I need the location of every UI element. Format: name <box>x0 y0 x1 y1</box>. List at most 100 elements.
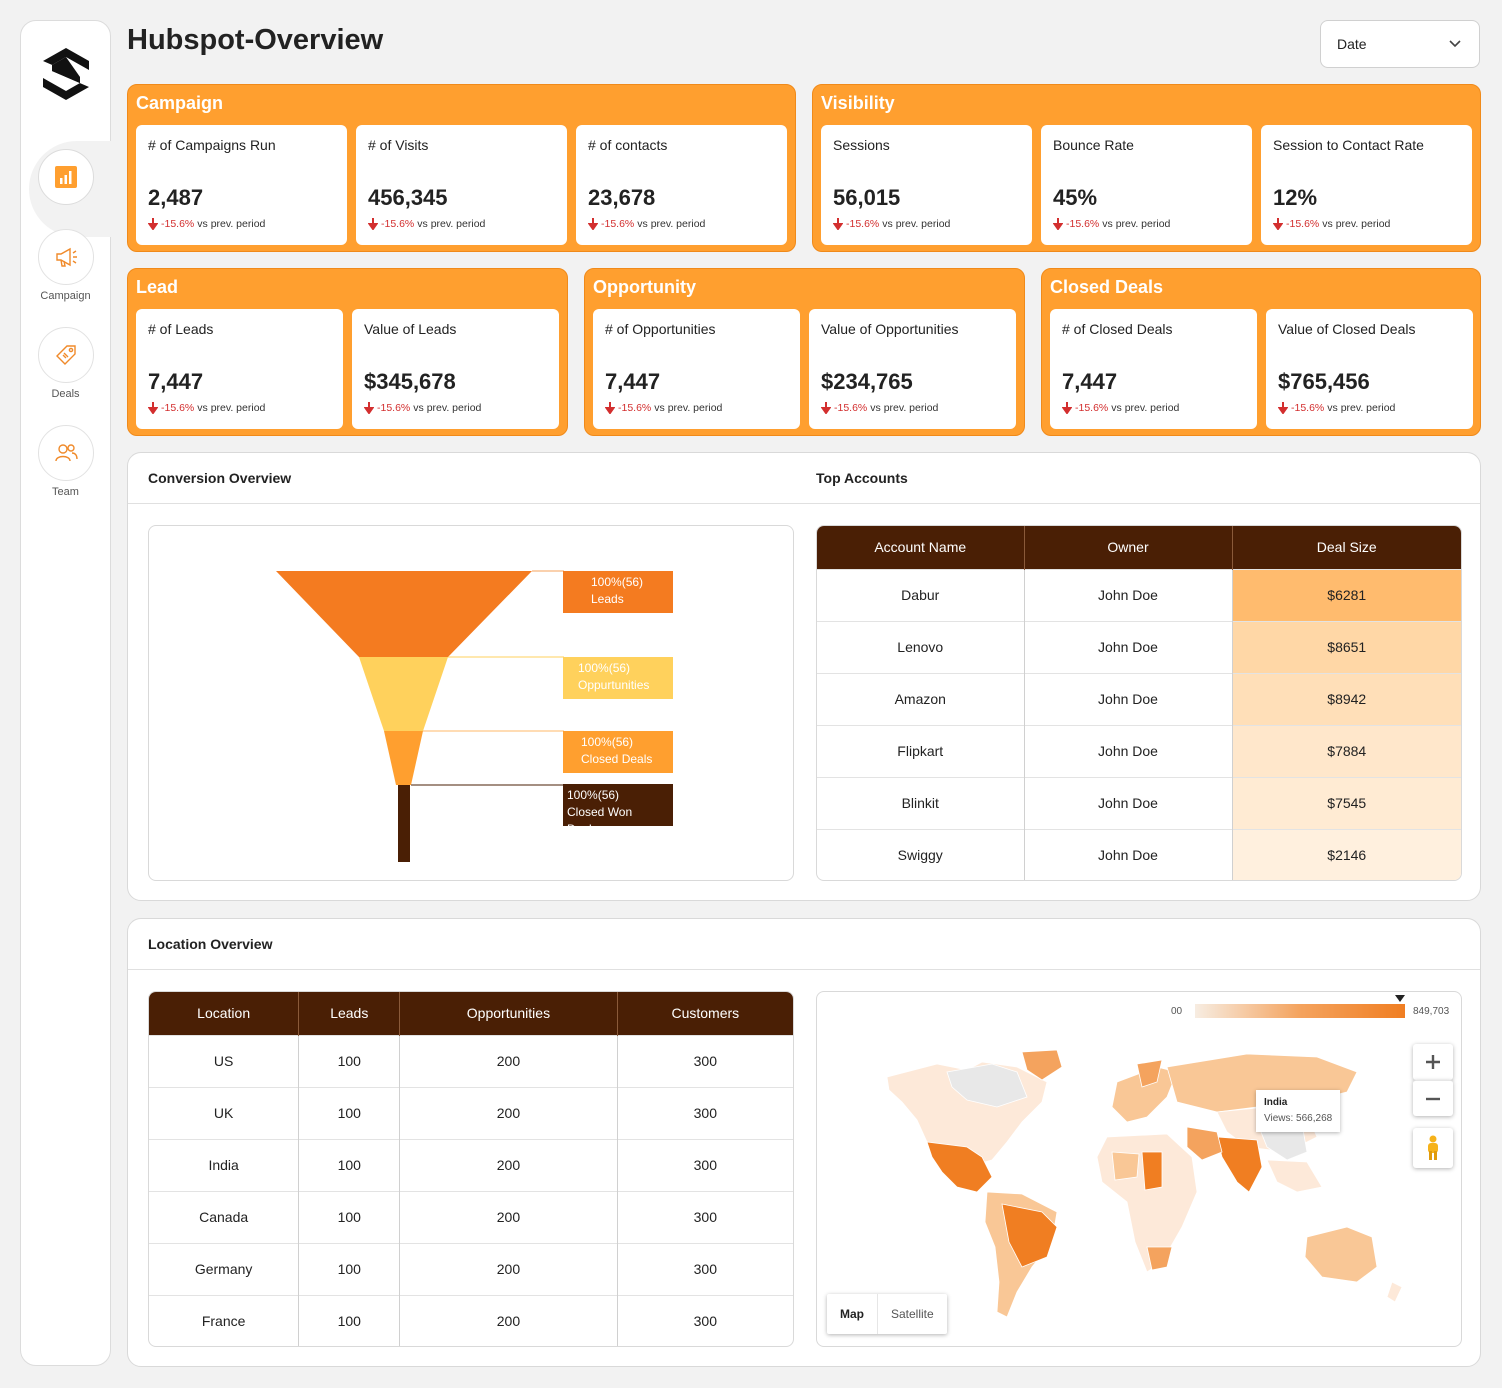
kpi-delta: -15.6% vs prev. period <box>364 402 481 414</box>
street-view-button[interactable] <box>1413 1128 1453 1168</box>
table-cell: 200 <box>399 1086 618 1139</box>
delta-suffix: vs prev. period <box>417 218 486 230</box>
funnel-stage-name: Oppurtunities <box>578 678 650 692</box>
kpi-value: 7,447 <box>1062 369 1118 394</box>
sidebar: Campaign Deals Team <box>20 20 113 1366</box>
kpi-label: Value of Closed Deals <box>1278 321 1416 337</box>
table-row[interactable]: Lenovo John Doe $8651 <box>817 620 1461 673</box>
table-cell: 300 <box>617 1034 793 1087</box>
column-header[interactable]: Leads <box>298 992 401 1035</box>
region-southeast-asia[interactable] <box>1266 1159 1323 1193</box>
kpi-value: 2,487 <box>148 185 204 210</box>
kpi-delta: -15.6% vs prev. period <box>821 402 938 414</box>
kpi-group-opportunity: Opportunity # of Opportunities 7,447 -15… <box>584 268 1025 436</box>
kpi-delta: -15.6% vs prev. period <box>605 402 722 414</box>
table-row[interactable]: UK 100 200 300 <box>149 1086 793 1139</box>
table-row[interactable]: US 100 200 300 <box>149 1034 793 1087</box>
region-australia[interactable] <box>1304 1226 1378 1283</box>
tag-icon <box>55 345 76 365</box>
sidebar-item-deals[interactable]: Deals <box>21 327 110 400</box>
region-india[interactable] <box>1216 1136 1263 1193</box>
column-header[interactable]: Deal Size <box>1232 526 1461 569</box>
table-cell: 300 <box>617 1138 793 1191</box>
table-cell: 100 <box>298 1190 401 1243</box>
funnel-stage-opportunities[interactable] <box>359 657 448 731</box>
delta-value: -15.6% <box>834 402 868 414</box>
table-cell: 200 <box>399 1242 618 1295</box>
kpi-value: 456,345 <box>368 185 448 210</box>
legend-max: 849,703 <box>1413 1006 1450 1017</box>
delta-suffix: vs prev. period <box>413 402 482 414</box>
region-sudan[interactable] <box>1141 1151 1163 1191</box>
kpi-card: # of contacts 23,678 -15.6% vs prev. peri… <box>576 125 787 245</box>
megaphone-icon <box>55 247 77 267</box>
table-cell: John Doe <box>1024 568 1233 621</box>
group-title: Visibility <box>821 93 895 113</box>
kpi-delta: -15.6% vs prev. period <box>833 218 950 230</box>
table-cell: 100 <box>298 1242 401 1295</box>
kpi-card: Sessions 56,015 -15.6% vs prev. period <box>821 125 1032 245</box>
table-cell: 200 <box>399 1034 618 1087</box>
column-header[interactable]: Opportunities <box>399 992 618 1035</box>
table-cell: Dabur <box>817 568 1025 621</box>
table-cell: John Doe <box>1024 724 1233 777</box>
table-row[interactable]: Amazon John Doe $8942 <box>817 672 1461 725</box>
kpi-label: Value of Leads <box>364 321 457 337</box>
sidebar-item-dashboard[interactable] <box>21 149 110 205</box>
arrow-down-icon <box>148 402 158 414</box>
table-row[interactable]: Dabur John Doe $6281 <box>817 568 1461 621</box>
region-middle-east[interactable] <box>1186 1126 1223 1161</box>
delta-value: -15.6% <box>161 218 195 230</box>
column-header[interactable]: Owner <box>1024 526 1233 569</box>
kpi-delta: -15.6% vs prev. period <box>1278 402 1395 414</box>
delta-value: -15.6% <box>601 218 635 230</box>
sidebar-item-team[interactable]: Team <box>21 425 110 498</box>
region-new-zealand[interactable] <box>1386 1281 1403 1303</box>
table-row[interactable]: Germany 100 200 300 <box>149 1242 793 1295</box>
zoom-in-button[interactable] <box>1413 1044 1453 1080</box>
kpi-label: Session to Contact Rate <box>1273 137 1424 153</box>
table-cell: $8942 <box>1232 672 1461 725</box>
zoom-out-button[interactable] <box>1413 1080 1453 1116</box>
kpi-value: 56,015 <box>833 185 901 210</box>
sidebar-item-label: Team <box>52 486 79 498</box>
table-cell: 200 <box>399 1190 618 1243</box>
kpi-value: $234,765 <box>821 369 913 394</box>
legend-gradient <box>1195 1004 1405 1018</box>
table-cell: US <box>149 1034 300 1087</box>
kpi-card: Value of Closed Deals $765,456 -15.6% vs … <box>1266 309 1473 429</box>
delta-value: -15.6% <box>846 218 880 230</box>
table-row[interactable]: Blinkit John Doe $7545 <box>817 776 1461 829</box>
funnel-stage-name: Closed Won Deals <box>567 805 633 836</box>
table-cell: John Doe <box>1024 776 1233 829</box>
funnel-stage-closed-won[interactable] <box>398 785 410 862</box>
kpi-delta: -15.6% vs prev. period <box>1053 218 1170 230</box>
sidebar-item-campaign[interactable]: Campaign <box>21 229 110 302</box>
sidebar-item-label: Deals <box>51 388 80 400</box>
table-row[interactable]: France 100 200 300 <box>149 1294 793 1346</box>
kpi-group-lead: Lead # of Leads 7,447 -15.6% vs prev. per… <box>127 268 568 436</box>
kpi-delta: -15.6% vs prev. period <box>1062 402 1179 414</box>
column-header[interactable]: Customers <box>617 992 793 1035</box>
kpi-label: Bounce Rate <box>1053 137 1134 153</box>
kpi-label: # of Campaigns Run <box>148 137 276 153</box>
kpi-group-closed-deals: Closed Deals # of Closed Deals 7,447 -15… <box>1041 268 1481 436</box>
world-map[interactable]: 00 849,703 India Views: 566,268 Map Sate… <box>816 991 1462 1347</box>
map-type-map[interactable]: Map <box>827 1294 878 1334</box>
date-dropdown[interactable]: Date <box>1320 20 1480 68</box>
column-header[interactable]: Account Name <box>817 526 1025 569</box>
table-cell: Amazon <box>817 672 1025 725</box>
delta-suffix: vs prev. period <box>1327 402 1396 414</box>
table-row[interactable]: India 100 200 300 <box>149 1138 793 1191</box>
column-header[interactable]: Location <box>149 992 300 1035</box>
region-west-africa[interactable] <box>1111 1151 1140 1181</box>
conversion-title: Conversion Overview <box>148 470 292 486</box>
table-row[interactable]: Flipkart John Doe $7884 <box>817 724 1461 777</box>
table-row[interactable]: Canada 100 200 300 <box>149 1190 793 1243</box>
arrow-down-icon <box>368 218 378 230</box>
funnel-stage-closed-deals[interactable] <box>384 731 423 785</box>
map-type-satellite[interactable]: Satellite <box>878 1294 947 1334</box>
funnel-stage-leads[interactable] <box>276 571 532 657</box>
funnel-chart: 100%(56) Leads 100%(56) Oppurtunities 10… <box>148 525 794 881</box>
table-row[interactable]: Swiggy John Doe $2146 <box>817 828 1461 880</box>
